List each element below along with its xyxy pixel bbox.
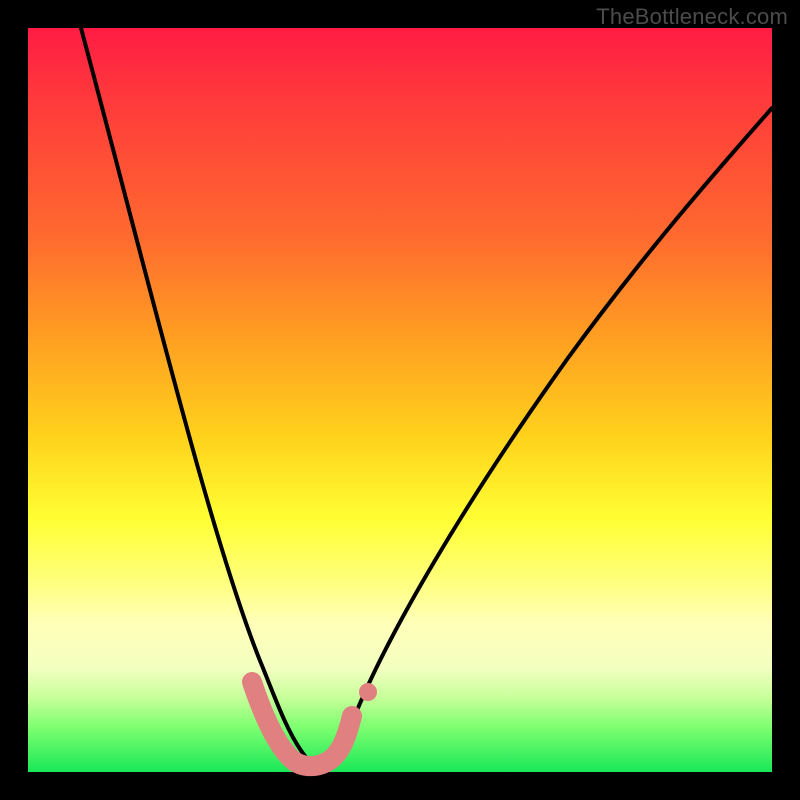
chart-frame: TheBottleneck.com xyxy=(0,0,800,800)
bottleneck-curve xyxy=(81,28,772,765)
chart-svg xyxy=(28,28,772,772)
highlight-dot xyxy=(359,683,377,701)
watermark-text: TheBottleneck.com xyxy=(596,4,788,30)
